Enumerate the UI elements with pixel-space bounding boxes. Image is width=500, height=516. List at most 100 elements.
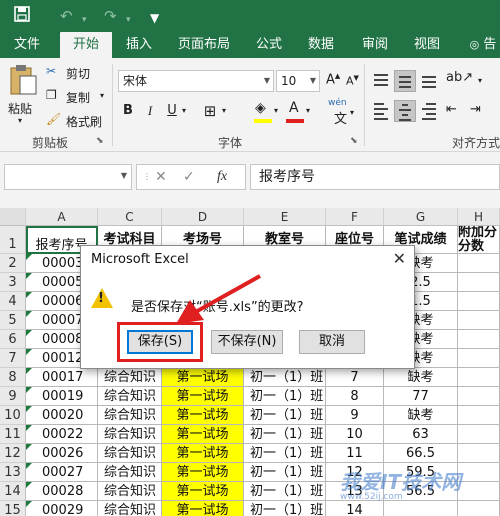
align-center-button[interactable]: [394, 100, 416, 122]
grid-cell[interactable]: 8: [326, 387, 384, 406]
decrease-font-icon[interactable]: A▼: [346, 74, 359, 88]
orientation-dropdown-icon[interactable]: ▾: [478, 76, 482, 85]
underline-dropdown-icon[interactable]: ▾: [182, 106, 186, 115]
grid-cell[interactable]: 00022: [26, 425, 98, 444]
grid-cell[interactable]: [458, 368, 500, 387]
row-header[interactable]: 5: [0, 311, 26, 330]
grid-cell[interactable]: 初一（1）班: [244, 368, 326, 387]
grid-cell[interactable]: 9: [326, 406, 384, 425]
column-header[interactable]: F: [326, 208, 384, 226]
grid-cell[interactable]: 66.5: [384, 444, 458, 463]
tab-file[interactable]: 文件: [2, 32, 52, 58]
row-header[interactable]: 14: [0, 482, 26, 501]
grid-cell[interactable]: 00026: [26, 444, 98, 463]
grid-cell[interactable]: 第一试场: [162, 387, 244, 406]
customize-toolbar-icon[interactable]: ▼: [150, 8, 159, 28]
grid-cell[interactable]: 第一试场: [162, 501, 244, 516]
column-header[interactable]: H: [458, 208, 500, 226]
phonetic-dropdown-icon[interactable]: ▾: [350, 108, 354, 117]
grid-cell[interactable]: [458, 254, 500, 273]
decrease-indent-icon[interactable]: ⇤: [446, 102, 457, 117]
tab-formulas[interactable]: 公式: [246, 32, 292, 58]
grid-cell[interactable]: [458, 330, 500, 349]
row-header[interactable]: 6: [0, 330, 26, 349]
tab-view[interactable]: 视图: [404, 32, 450, 58]
insert-function-icon[interactable]: fx: [217, 169, 227, 185]
grid-cell[interactable]: 第一试场: [162, 406, 244, 425]
cancel-button[interactable]: 取消: [299, 330, 365, 354]
redo-icon[interactable]: ↷: [104, 6, 117, 26]
cancel-icon[interactable]: ✕: [155, 169, 167, 185]
cut-button[interactable]: ✂ 剪切: [46, 64, 106, 82]
row-header[interactable]: 12: [0, 444, 26, 463]
tab-page-layout[interactable]: 页面布局: [170, 32, 238, 58]
column-header[interactable]: G: [384, 208, 458, 226]
undo-dropdown-icon[interactable]: ▾: [82, 10, 87, 30]
grid-cell[interactable]: 第一试场: [162, 463, 244, 482]
save-icon[interactable]: [14, 6, 30, 27]
grid-cell[interactable]: 00019: [26, 387, 98, 406]
font-color-button[interactable]: A: [284, 100, 306, 124]
grid-cell[interactable]: 初一（1）班: [244, 444, 326, 463]
grid-cell[interactable]: [458, 444, 500, 463]
grid-cell[interactable]: 10: [326, 425, 384, 444]
name-box[interactable]: ▼: [4, 164, 132, 190]
increase-indent-icon[interactable]: ⇥: [470, 102, 481, 117]
grid-cell[interactable]: 7: [326, 368, 384, 387]
increase-font-icon[interactable]: A▲: [326, 72, 340, 87]
font-name-combo[interactable]: 宋体 ▼: [118, 70, 274, 92]
grid-cell[interactable]: 缺考: [384, 368, 458, 387]
grid-cell[interactable]: 00017: [26, 368, 98, 387]
grid-cell[interactable]: 初一（1）班: [244, 425, 326, 444]
grid-cell[interactable]: 第一试场: [162, 368, 244, 387]
grid-cell[interactable]: 77: [384, 387, 458, 406]
grid-cell[interactable]: [458, 273, 500, 292]
grid-cell[interactable]: 综合知识: [98, 463, 162, 482]
grid-cell[interactable]: [458, 406, 500, 425]
grid-cell[interactable]: [458, 292, 500, 311]
fill-dropdown-icon[interactable]: ▾: [274, 106, 278, 115]
redo-dropdown-icon[interactable]: ▾: [126, 10, 131, 30]
italic-button[interactable]: I: [140, 100, 160, 122]
grid-cell[interactable]: 综合知识: [98, 406, 162, 425]
row-header[interactable]: 11: [0, 425, 26, 444]
grid-cell[interactable]: 11: [326, 444, 384, 463]
align-left-button[interactable]: [370, 100, 392, 122]
font-size-combo[interactable]: 10 ▼: [276, 70, 320, 92]
grid-cell[interactable]: 63: [384, 425, 458, 444]
grid-cell[interactable]: 综合知识: [98, 425, 162, 444]
row-header[interactable]: 15: [0, 501, 26, 516]
grid-cell[interactable]: 第一试场: [162, 425, 244, 444]
bold-button[interactable]: B: [118, 100, 138, 122]
row-header[interactable]: 4: [0, 292, 26, 311]
tab-review[interactable]: 审阅: [352, 32, 398, 58]
phonetic-icon[interactable]: wén: [328, 98, 347, 108]
close-icon[interactable]: ✕: [393, 249, 406, 268]
row-header[interactable]: 13: [0, 463, 26, 482]
align-right-button[interactable]: [418, 100, 440, 122]
column-header[interactable]: E: [244, 208, 326, 226]
grid-cell[interactable]: 综合知识: [98, 501, 162, 516]
orientation-icon[interactable]: ab↗: [446, 70, 473, 85]
row-header[interactable]: 1: [0, 226, 26, 254]
format-painter-button[interactable]: 🖌 格式刷: [46, 112, 110, 130]
clipboard-launcher-icon[interactable]: ⬊: [96, 136, 104, 146]
font-launcher-icon[interactable]: ⬊: [350, 136, 358, 146]
grid-cell[interactable]: 初一（1）班: [244, 406, 326, 425]
align-top-button[interactable]: [370, 70, 392, 92]
row-header[interactable]: 10: [0, 406, 26, 425]
tab-home[interactable]: 开始: [60, 32, 112, 58]
row-header[interactable]: 2: [0, 254, 26, 273]
row-header[interactable]: 7: [0, 349, 26, 368]
tab-tell-me[interactable]: ◎ 告: [466, 32, 500, 58]
underline-button[interactable]: U: [162, 100, 182, 122]
enter-icon[interactable]: ✓: [183, 169, 195, 185]
grid-cell[interactable]: [458, 311, 500, 330]
grid-cell[interactable]: 第一试场: [162, 444, 244, 463]
grid-cell[interactable]: 00027: [26, 463, 98, 482]
font-color-dropdown-icon[interactable]: ▾: [306, 106, 310, 115]
grid-cell[interactable]: 初一（1）班: [244, 387, 326, 406]
tab-insert[interactable]: 插入: [116, 32, 162, 58]
column-header[interactable]: C: [98, 208, 162, 226]
tab-data[interactable]: 数据: [298, 32, 344, 58]
